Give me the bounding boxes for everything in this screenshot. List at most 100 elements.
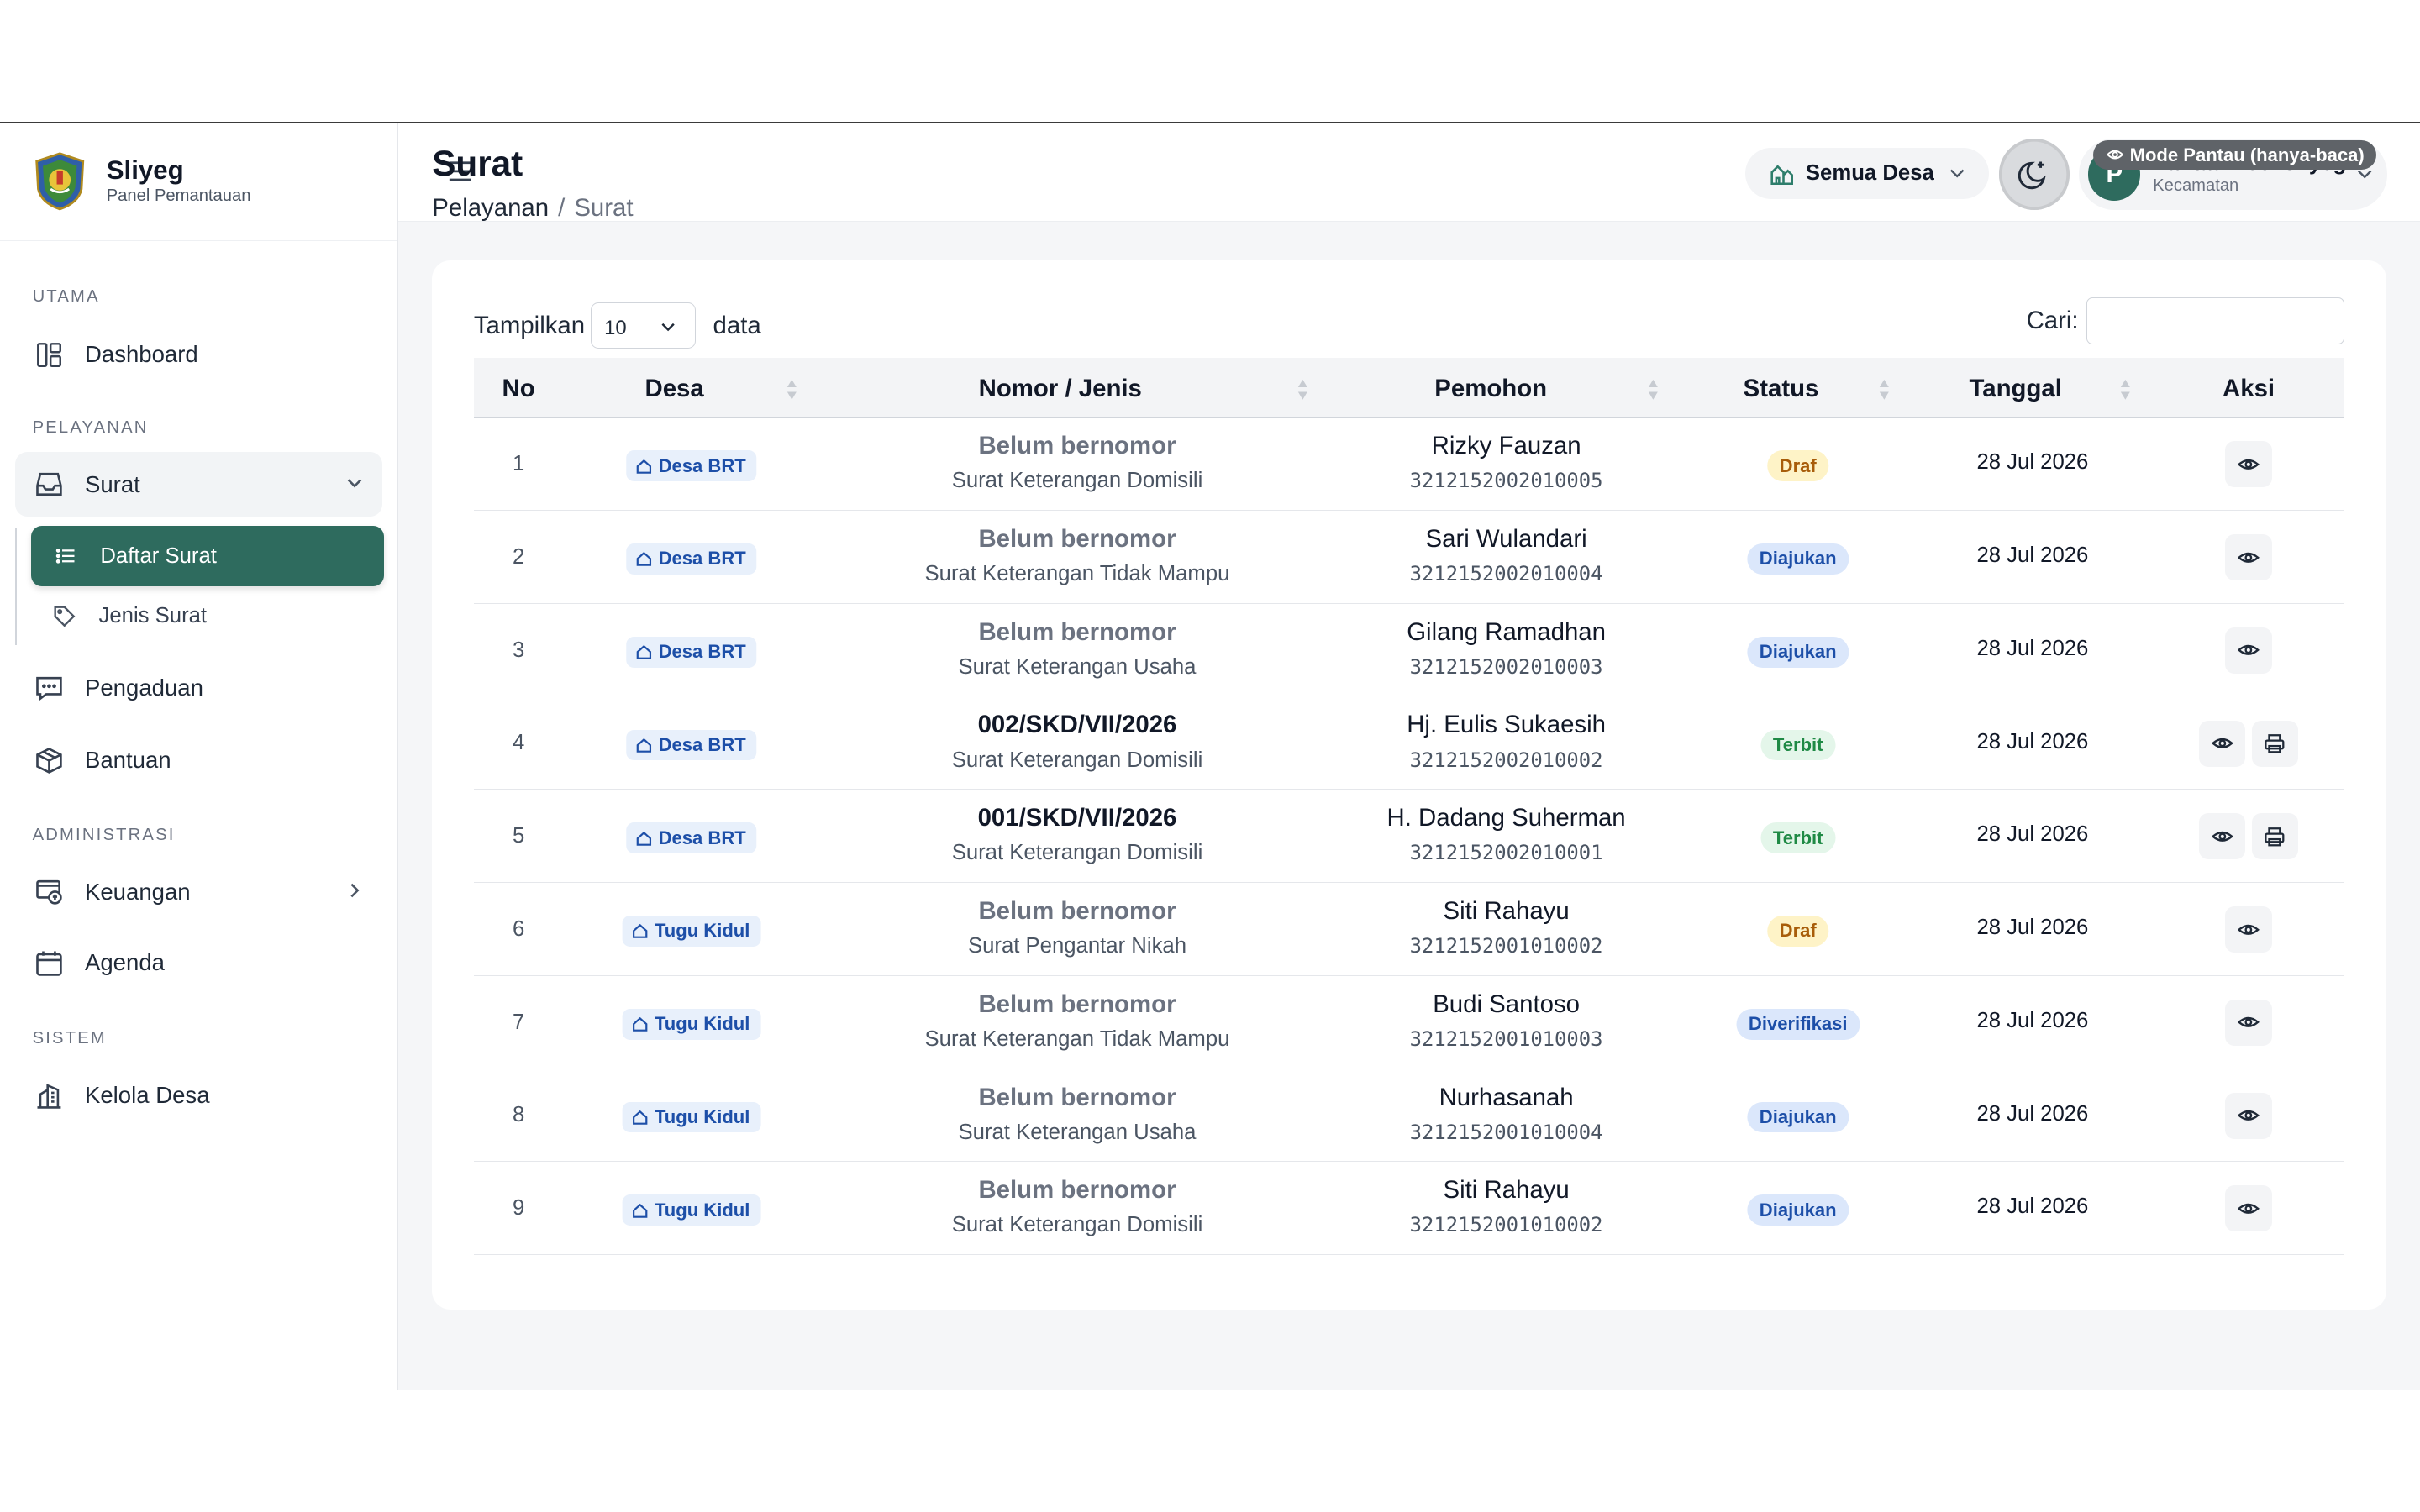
view-button[interactable] (2225, 534, 2272, 581)
read-only-mode-badge: Mode Pantau (hanya-baca) (2092, 140, 2377, 171)
package-icon (34, 745, 65, 776)
printer-icon (2265, 734, 2285, 753)
sidebar-subitem-jenis-surat[interactable]: Jenis Surat (31, 586, 385, 647)
village-icon (1770, 165, 1793, 185)
brand: Sliyeg Panel Pemantauan (0, 123, 397, 241)
view-button[interactable] (2225, 999, 2272, 1046)
table-row: 7 Tugu Kidul Belum bernomor Surat Keteranga… (473, 976, 2344, 1069)
view-button[interactable] (2225, 627, 2272, 674)
sidebar-item-kelola-desa[interactable]: Kelola Desa (15, 1063, 382, 1127)
letter-type: Surat Keterangan Domisili (951, 469, 1203, 493)
view-button[interactable] (2199, 720, 2246, 767)
breadcrumb-parent[interactable]: Pelayanan (432, 194, 549, 222)
column-header-status[interactable]: Status (1744, 375, 1819, 403)
status-badge: Diverifikasi (1736, 1008, 1860, 1040)
eye-icon (2211, 831, 2233, 842)
applicant-nik: 3212152001010002 (1409, 934, 1603, 958)
applicant-nik: 3212152001010002 (1409, 1213, 1603, 1237)
sidebar-item-label: Kelola Desa (84, 1082, 210, 1109)
print-button[interactable] (2251, 720, 2298, 767)
sidebar-item-surat[interactable]: Surat (15, 452, 383, 517)
letter-type: Surat Keterangan Domisili (951, 1213, 1203, 1237)
table-row: 8 Tugu Kidul Belum bernomor Surat Keteranga… (473, 1069, 2344, 1163)
home-icon (632, 924, 648, 939)
sort-icon[interactable] (1297, 378, 1309, 402)
home-icon (632, 1203, 648, 1218)
applicant-nik: 3212152002010001 (1409, 841, 1603, 865)
column-header-no[interactable]: No (502, 375, 535, 403)
chevron-down-icon (661, 323, 675, 332)
applicant-name: Siti Rahayu (1443, 1176, 1570, 1205)
section-label-utama: UTAMA (32, 286, 100, 306)
applicant-nik: 3212152001010003 (1409, 1026, 1603, 1051)
sidebar-item-agenda[interactable]: Agenda (15, 931, 382, 995)
status-badge: Draf (1766, 450, 1829, 481)
print-button[interactable] (2251, 813, 2298, 860)
view-button[interactable] (2199, 813, 2246, 860)
brand-subtitle: Panel Pemantauan (106, 186, 251, 205)
sidebar-item-label: Dashboard (84, 341, 198, 368)
table-row: 2 Desa BRT Belum bernomor Surat Keterangan … (473, 511, 2344, 604)
status-badge: Draf (1766, 916, 1829, 947)
dashboard-icon (34, 339, 65, 370)
applicant-name: Gilang Ramadhan (1407, 617, 1606, 646)
eye-icon (2238, 1017, 2260, 1028)
row-number: 2 (512, 544, 525, 569)
sidebar-item-label: Jenis Surat (98, 604, 208, 628)
letter-type: Surat Pengantar Nikah (967, 934, 1187, 958)
desa-label: Desa BRT (658, 548, 746, 570)
breadcrumb-current: Surat (574, 194, 634, 223)
desa-badge: Tugu Kidul (622, 1101, 761, 1133)
row-number: 5 (512, 824, 525, 848)
list-icon (55, 549, 75, 564)
search-input[interactable] (2086, 297, 2344, 344)
theme-toggle-button[interactable] (1998, 139, 2070, 210)
row-number: 9 (512, 1196, 525, 1221)
eye-icon (2238, 552, 2260, 563)
desa-label: Tugu Kidul (654, 1013, 750, 1035)
view-button[interactable] (2225, 906, 2272, 953)
sort-icon[interactable] (2119, 378, 2132, 402)
row-number: 1 (512, 452, 525, 476)
desa-label: Desa BRT (658, 827, 746, 848)
desa-badge: Tugu Kidul (622, 1194, 761, 1226)
sidebar-item-label: Surat (84, 470, 140, 497)
request-date: 28 Jul 2026 (1976, 543, 2089, 568)
village-filter-dropdown[interactable]: Semua Desa (1745, 148, 1990, 199)
row-number: 6 (512, 916, 525, 941)
status-badge: Diajukan (1747, 543, 1849, 575)
sidebar-item-bantuan[interactable]: Bantuan (15, 728, 382, 793)
desa-label: Desa BRT (658, 454, 746, 476)
view-button[interactable] (2225, 441, 2272, 488)
home-icon (636, 459, 651, 474)
home-icon (636, 552, 651, 567)
page-title: Surat (432, 143, 523, 183)
view-button[interactable] (2225, 1092, 2272, 1139)
column-header-nomor-jenis[interactable]: Nomor / Jenis (979, 375, 1142, 403)
view-button[interactable] (2225, 1185, 2272, 1232)
column-header-desa[interactable]: Desa (644, 375, 703, 403)
building-icon (34, 1080, 65, 1111)
sort-icon[interactable] (786, 378, 798, 402)
request-date: 28 Jul 2026 (1976, 450, 2089, 475)
search-label: Cari: (2026, 307, 2079, 335)
column-header-pemohon[interactable]: Pemohon (1434, 375, 1547, 403)
request-date: 28 Jul 2026 (1976, 1008, 2089, 1032)
status-badge: Terbit (1760, 822, 1836, 853)
screen: Sliyeg Panel Pemantauan UTAMA Dashboard … (0, 0, 2420, 1512)
sidebar: Sliyeg Panel Pemantauan UTAMA Dashboard … (0, 123, 398, 1390)
eye-icon (2238, 459, 2260, 470)
letter-number: Belum bernomor (978, 896, 1176, 925)
sidebar-item-keuangan[interactable]: Keuangan (15, 859, 382, 924)
sort-icon[interactable] (1878, 378, 1891, 402)
column-header-tanggal[interactable]: Tanggal (1969, 375, 2061, 403)
sidebar-subitem-daftar-surat[interactable]: Daftar Surat (30, 526, 385, 586)
desa-badge: Tugu Kidul (622, 916, 761, 947)
page-size-select[interactable]: 10 (591, 302, 697, 349)
sidebar-item-dashboard[interactable]: Dashboard (15, 323, 382, 387)
eye-icon (2238, 645, 2260, 656)
sort-icon[interactable] (1647, 378, 1660, 402)
status-badge: Diajukan (1747, 1101, 1849, 1133)
sidebar-item-pengaduan[interactable]: Pengaduan (15, 656, 382, 721)
desa-label: Tugu Kidul (654, 920, 750, 942)
